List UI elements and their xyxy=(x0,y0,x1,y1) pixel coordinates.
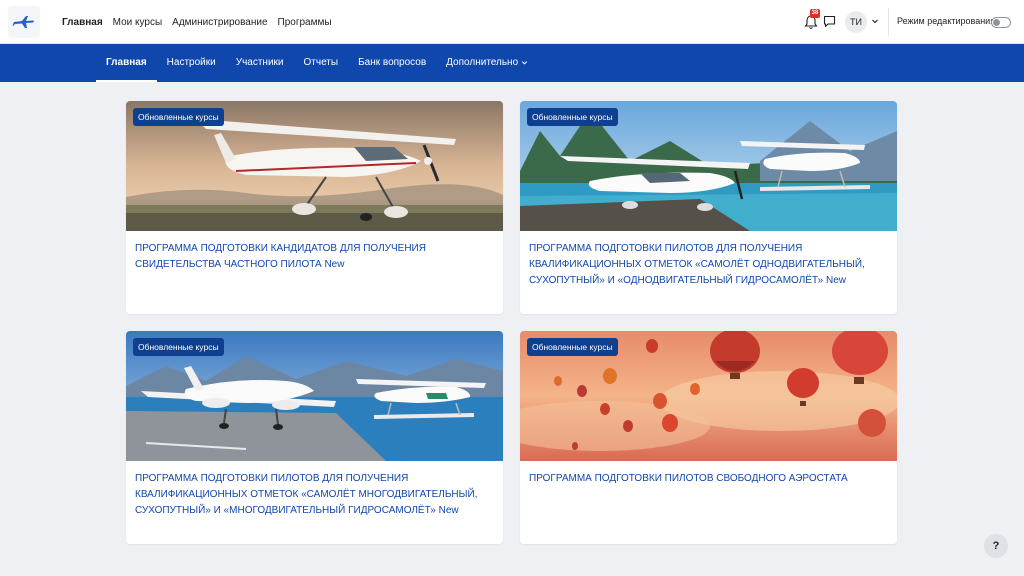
edit-mode-toggle[interactable] xyxy=(991,17,1011,28)
course-card[interactable]: Обновленные курсы ПРОГРАММА ПОДГОТОВКИ К… xyxy=(126,101,503,314)
course-card[interactable]: Обновленные курсы ПРОГРАММА ПОДГОТОВКИ П… xyxy=(126,331,503,544)
user-avatar[interactable]: ТИ xyxy=(845,11,867,33)
tab-settings[interactable]: Настройки xyxy=(157,44,226,82)
airplane-logo-icon xyxy=(12,16,34,28)
top-navbar: Главная Мои курсы Администрирование Прог… xyxy=(0,0,1024,44)
help-button[interactable]: ? xyxy=(984,534,1008,558)
toggle-knob xyxy=(993,19,1000,26)
nav-programs[interactable]: Программы xyxy=(278,17,332,28)
notification-count-badge: 38 xyxy=(810,9,820,18)
edit-mode-label: Режим редактирования xyxy=(897,16,996,26)
course-category-badge: Обновленные курсы xyxy=(133,338,224,356)
chevron-down-icon[interactable] xyxy=(871,17,879,25)
nav-administration[interactable]: Администрирование xyxy=(172,17,267,28)
course-card[interactable]: Обновленные курсы ПРОГРАММА ПОДГОТОВКИ П… xyxy=(520,101,897,314)
course-title-link[interactable]: ПРОГРАММА ПОДГОТОВКИ ПИЛОТОВ СВОБОДНОГО … xyxy=(529,471,884,487)
tab-more-label: Дополнительно xyxy=(446,57,519,68)
tab-more[interactable]: Дополнительно xyxy=(436,44,538,82)
nav-my-courses[interactable]: Мои курсы xyxy=(113,17,163,28)
chevron-down-icon xyxy=(522,61,528,65)
tab-reports[interactable]: Отчеты xyxy=(294,44,349,82)
tab-participants[interactable]: Участники xyxy=(226,44,294,82)
course-category-badge: Обновленные курсы xyxy=(527,108,618,126)
course-category-badge: Обновленные курсы xyxy=(133,108,224,126)
tab-question-bank[interactable]: Банк вопросов xyxy=(348,44,436,82)
site-logo[interactable] xyxy=(8,6,40,38)
course-title-link[interactable]: ПРОГРАММА ПОДГОТОВКИ ПИЛОТОВ ДЛЯ ПОЛУЧЕН… xyxy=(135,471,490,519)
nav-home[interactable]: Главная xyxy=(62,17,103,28)
course-card[interactable]: Обновленные курсы ПРОГРАММА ПОДГОТОВКИ П… xyxy=(520,331,897,544)
course-category-badge: Обновленные курсы xyxy=(527,338,618,356)
course-title-link[interactable]: ПРОГРАММА ПОДГОТОВКИ ПИЛОТОВ ДЛЯ ПОЛУЧЕН… xyxy=(529,241,884,289)
tab-main[interactable]: Главная xyxy=(96,44,157,82)
course-title-link[interactable]: ПРОГРАММА ПОДГОТОВКИ КАНДИДАТОВ ДЛЯ ПОЛУ… xyxy=(135,241,490,273)
navbar-divider xyxy=(888,8,889,36)
primary-nav: Главная Мои курсы Администрирование Прог… xyxy=(62,0,332,44)
messages-icon[interactable] xyxy=(823,15,836,28)
course-secondary-nav: Главная Настройки Участники Отчеты Банк … xyxy=(0,44,1024,82)
